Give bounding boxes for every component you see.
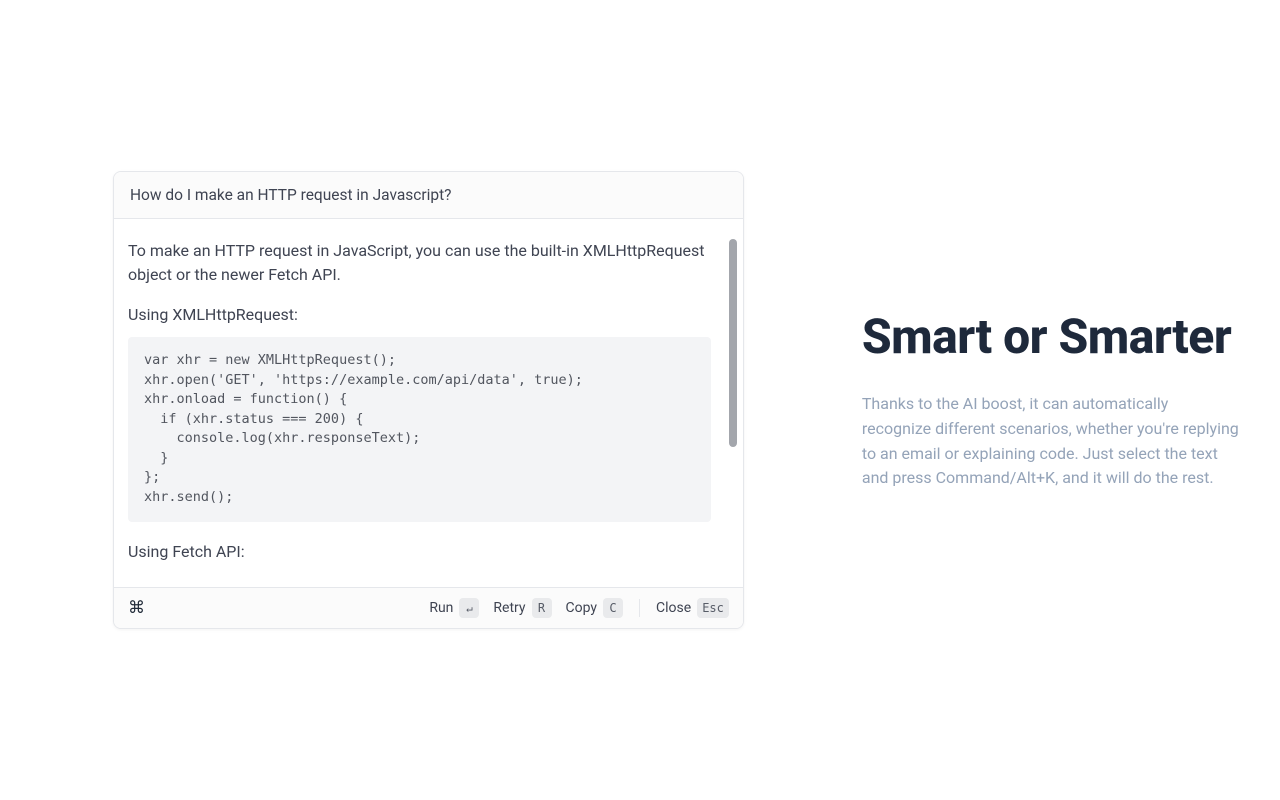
r-key-badge: R bbox=[532, 598, 552, 618]
dialog-body: To make an HTTP request in JavaScript, y… bbox=[114, 219, 743, 587]
prompt-text[interactable]: How do I make an HTTP request in Javascr… bbox=[130, 186, 727, 204]
page-container: How do I make an HTTP request in Javascr… bbox=[0, 0, 1280, 800]
scrollbar-track[interactable] bbox=[729, 239, 737, 567]
xhr-code-block[interactable]: var xhr = new XMLHttpRequest(); xhr.open… bbox=[128, 337, 711, 522]
response-intro: To make an HTTP request in JavaScript, y… bbox=[128, 239, 729, 287]
fetch-section-label: Using Fetch API: bbox=[128, 540, 729, 564]
headline: Smart or Smarter bbox=[862, 309, 1240, 364]
run-label: Run bbox=[429, 600, 453, 616]
scrollbar-thumb[interactable] bbox=[729, 239, 737, 447]
xhr-section-label: Using XMLHttpRequest: bbox=[128, 303, 729, 327]
ai-chat-dialog: How do I make an HTTP request in Javascr… bbox=[113, 171, 744, 629]
dialog-footer: ⌘ Run ↵ Retry R Copy C Close Esc bbox=[114, 587, 743, 628]
marketing-column: Smart or Smarter Thanks to the AI boost,… bbox=[862, 309, 1240, 491]
copy-button[interactable]: Copy C bbox=[566, 598, 624, 618]
close-button[interactable]: Close Esc bbox=[656, 598, 729, 618]
separator bbox=[639, 599, 640, 617]
retry-button[interactable]: Retry R bbox=[493, 598, 551, 618]
close-label: Close bbox=[656, 600, 691, 616]
copy-label: Copy bbox=[566, 600, 598, 616]
c-key-badge: C bbox=[603, 598, 623, 618]
footer-left: ⌘ bbox=[128, 598, 145, 618]
run-button[interactable]: Run ↵ bbox=[429, 598, 479, 618]
dialog-header: How do I make an HTTP request in Javascr… bbox=[114, 172, 743, 219]
response-content[interactable]: To make an HTTP request in JavaScript, y… bbox=[128, 239, 729, 564]
description: Thanks to the AI boost, it can automatic… bbox=[862, 392, 1240, 491]
esc-key-badge: Esc bbox=[697, 598, 729, 618]
command-icon[interactable]: ⌘ bbox=[128, 598, 145, 618]
retry-label: Retry bbox=[493, 600, 525, 616]
enter-key-badge: ↵ bbox=[459, 598, 479, 618]
footer-actions: Run ↵ Retry R Copy C Close Esc bbox=[429, 598, 729, 618]
